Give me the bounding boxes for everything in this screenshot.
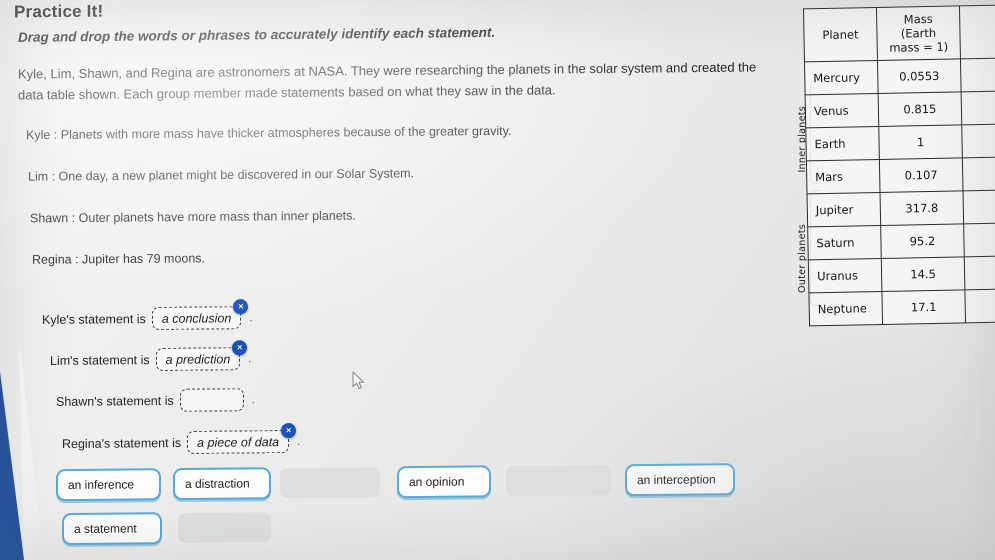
cell-planet: Earth: [805, 126, 880, 161]
scenario-paragraph: Kyle, Lim, Shawn, and Regina are astrono…: [18, 59, 757, 103]
cell-mass: 0.815: [878, 91, 962, 127]
dropzone-regina[interactable]: a piece of data ×: [187, 422, 297, 454]
table-row: Earth 1: [805, 123, 995, 161]
mass-header-line2: (Earth: [900, 25, 937, 41]
row-trailing-dot: .: [297, 435, 301, 448]
mass-header-line3: mass = 1): [889, 39, 949, 55]
cell-moons: [960, 57, 995, 92]
table-row: Uranus14.52: [808, 255, 995, 293]
word-chip-a-statement[interactable]: a statement: [62, 512, 162, 546]
word-slot-empty-1[interactable]: [280, 467, 380, 499]
answer-row-lim: Lim's statement is a prediction × .: [50, 340, 252, 372]
cell-moons: 7: [963, 189, 995, 224]
cell-mass: 1: [878, 124, 963, 160]
cell-moons: [961, 123, 995, 158]
table-body: Mercury 0.0553 Venus 0.815 Earth 1 Mars 0.107 Ju…: [804, 57, 995, 326]
cell-planet: Saturn: [807, 225, 882, 260]
table-header: Planet Mass (Earth mass = 1) Nu n: [803, 4, 995, 62]
word-bank-row-2: a statement: [56, 507, 776, 557]
word-chip-an-opinion[interactable]: an opinion: [397, 465, 491, 499]
cell-planet: Uranus: [808, 258, 882, 293]
cell-moons: [961, 90, 995, 125]
dropzone-value-kyle: a conclusion: [161, 310, 232, 326]
cell-planet: Mercury: [804, 60, 879, 95]
table-header-row: Planet Mass (Earth mass = 1) Nu n: [803, 4, 995, 62]
row-trailing-dot: .: [251, 393, 255, 406]
table-row: Neptune17.114: [808, 288, 995, 326]
cell-mass: 95.2: [880, 223, 965, 259]
cell-mass: 0.0553: [877, 58, 962, 94]
answer-row-kyle: Kyle's statement is a conclusion × .: [42, 299, 253, 331]
cell-planet: Mars: [806, 159, 881, 194]
word-bank: an inference a distraction an opinion an…: [56, 463, 776, 557]
answer-label-kyle: Kyle's statement is: [42, 311, 146, 327]
answer-label-lim: Lim's statement is: [50, 352, 150, 368]
answer-label-regina: Regina's statement is: [62, 435, 182, 451]
dropzone-kyle[interactable]: a conclusion ×: [151, 299, 249, 330]
word-chip-an-interception[interactable]: an interception: [625, 463, 735, 497]
table-row: Mercury 0.0553: [804, 57, 995, 95]
dropzone-lim[interactable]: a prediction ×: [155, 340, 248, 371]
planet-data-table-wrapper: Planet Mass (Earth mass = 1) Nu n Mercur…: [802, 3, 995, 327]
cell-planet: Jupiter: [807, 192, 881, 227]
cell-moons: 14: [964, 288, 995, 323]
col-header-planet: Planet: [803, 7, 878, 62]
mouse-cursor-icon: [352, 371, 366, 395]
word-bank-row-1: an inference a distraction an opinion an…: [56, 463, 776, 513]
cell-moons: [962, 156, 995, 191]
cell-planet: Venus: [805, 93, 879, 128]
col-header-mass: Mass (Earth mass = 1): [876, 5, 961, 61]
instruction-text: Drag and drop the words or phrases to ac…: [18, 24, 496, 45]
row-trailing-dot: .: [249, 311, 253, 324]
cell-mass: 0.107: [879, 157, 964, 193]
word-slot-empty-2[interactable]: [506, 465, 611, 497]
remove-chip-icon[interactable]: ×: [233, 299, 249, 315]
statement-regina: Regina : Jupiter has 79 moons.: [32, 251, 206, 267]
table-row: Jupiter317.87: [807, 189, 995, 227]
remove-chip-icon[interactable]: ×: [232, 340, 248, 356]
remove-chip-icon[interactable]: ×: [281, 422, 297, 439]
cell-mass: 317.8: [880, 190, 964, 226]
word-chip-a-distraction[interactable]: a distraction: [173, 467, 271, 501]
statement-kyle: Kyle : Planets with more mass have thick…: [26, 123, 512, 143]
statement-lim: Lim : One day, a new planet might be dis…: [28, 166, 415, 184]
dropzone-value-lim: a prediction: [165, 351, 231, 367]
word-slot-empty-3[interactable]: [178, 512, 271, 544]
answer-row-shawn: Shawn's statement is .: [56, 388, 255, 413]
dropzone-value-regina: a piece of data: [197, 434, 280, 450]
page-title: Practice It!: [14, 1, 104, 22]
cell-moons: 2: [964, 255, 995, 290]
dropzone-shawn[interactable]: [179, 388, 244, 412]
answer-row-regina: Regina's statement is a piece of data × …: [62, 422, 301, 455]
cell-planet: Neptune: [808, 291, 883, 326]
cell-moons: 8: [963, 222, 995, 257]
planet-data-table: Planet Mass (Earth mass = 1) Nu n Mercur…: [802, 3, 995, 327]
cell-mass: 14.5: [881, 256, 965, 292]
word-chip-an-inference[interactable]: an inference: [56, 468, 161, 502]
mass-header-line1: Mass: [903, 11, 933, 27]
worksheet-page: Practice It! Drag and drop the words or …: [0, 0, 995, 560]
moons-header-line1: Nu: [967, 17, 995, 32]
cell-mass: 17.1: [881, 289, 966, 325]
answer-label-shawn: Shawn's statement is: [56, 393, 174, 409]
statement-shawn: Shawn : Outer planets have more mass tha…: [30, 208, 356, 226]
moons-header-line2: n: [967, 31, 995, 46]
col-header-number-of-moons: Nu n: [959, 4, 995, 59]
table-row: Venus 0.815: [805, 90, 995, 128]
table-row: Mars 0.107: [806, 156, 995, 194]
table-row: Saturn95.28: [807, 222, 995, 260]
row-trailing-dot: .: [248, 352, 252, 365]
